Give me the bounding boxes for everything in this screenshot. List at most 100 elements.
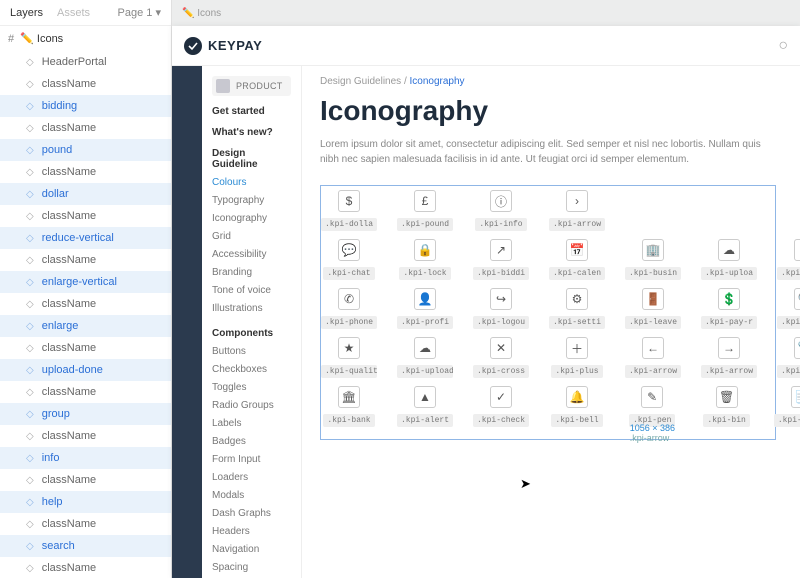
- icon-cell[interactable]: 📑.kpi-claim: [778, 386, 800, 427]
- icon-cell[interactable]: ▲.kpi-alert: [401, 386, 449, 427]
- page-dropdown[interactable]: Page 1 ▾: [118, 6, 161, 19]
- icon-cell[interactable]: £.kpi-pound: [401, 190, 449, 231]
- icon-cell[interactable]: 💲.kpi-pay-r: [705, 288, 753, 329]
- sidebar-item[interactable]: Typography: [212, 192, 291, 210]
- sidebar-item[interactable]: Iconography: [212, 210, 291, 228]
- layer-item[interactable]: ◇enlarge: [0, 315, 171, 337]
- product-switch[interactable]: PRODUCT: [212, 76, 291, 96]
- layer-item[interactable]: ◇pound: [0, 139, 171, 161]
- icon-glyph: 💬: [338, 239, 360, 261]
- icon-cell[interactable]: 💬.kpi-chat: [325, 239, 373, 280]
- icon-cell[interactable]: ⓘ.kpi-info: [477, 190, 525, 231]
- icon-cell[interactable]: 🔔.kpi-bell: [553, 386, 601, 427]
- icon-cell[interactable]: ✆.kpi-phone: [325, 288, 373, 329]
- icon-cell[interactable]: 👤.kpi-profi: [401, 288, 449, 329]
- icon-cell[interactable]: ↪.kpi-logou: [477, 288, 525, 329]
- icon-label: .kpi-busin: [625, 267, 681, 280]
- sidebar-item[interactable]: Accessibility: [212, 246, 291, 264]
- icon-grid[interactable]: $.kpi-dolla £.kpi-pound ⓘ.kpi-info ›.kpi-ar…: [320, 185, 776, 440]
- design-frame: KEYPAY ○ PRODUCT Get started What's new? D…: [172, 26, 800, 578]
- icon-cell[interactable]: 📎.kpi-attach: [781, 337, 800, 378]
- icon-cell[interactable]: ★.kpi-qualit: [325, 337, 373, 378]
- layer-item[interactable]: ◇upload-done: [0, 359, 171, 381]
- sidebar-item[interactable]: Tone of voice: [212, 282, 291, 300]
- icon-cell[interactable]: ←.kpi-arrow: [629, 337, 677, 378]
- sidebar-item[interactable]: Headers: [212, 523, 291, 541]
- sidebar-item[interactable]: Illustrations: [212, 300, 291, 318]
- tab-assets[interactable]: Assets: [57, 7, 90, 19]
- sidebar-item[interactable]: Checkboxes: [212, 361, 291, 379]
- layer-item[interactable]: ◇className: [0, 337, 171, 359]
- layer-item[interactable]: ◇className: [0, 513, 171, 535]
- icon-cell[interactable]: ✕.kpi-cross: [477, 337, 525, 378]
- icon-glyph: 👤: [414, 288, 436, 310]
- layer-item[interactable]: ◇enlarge-vertical: [0, 271, 171, 293]
- sidebar-item[interactable]: Grid: [212, 228, 291, 246]
- sidebar-item[interactable]: Labels: [212, 415, 291, 433]
- icon-label: .kpi-attach: [777, 365, 800, 378]
- tab-layers[interactable]: Layers: [10, 7, 43, 19]
- icon-cell[interactable]: ☁.kpi-upload: [401, 337, 449, 378]
- frame-title[interactable]: # ✏️ Icons: [0, 26, 171, 51]
- layer-item[interactable]: ◇info: [0, 447, 171, 469]
- icon-cell[interactable]: ✎.kpi-pen: [629, 386, 675, 427]
- icon-cell[interactable]: ✓.kpi-check: [477, 386, 525, 427]
- icon-cell[interactable]: →.kpi-arrow: [705, 337, 753, 378]
- icon-cell[interactable]: $.kpi-dolla: [325, 190, 373, 231]
- layer-item[interactable]: ◇className: [0, 293, 171, 315]
- search-icon[interactable]: ○: [778, 37, 788, 55]
- product-avatar: [216, 79, 230, 93]
- icon-cell[interactable]: ↗.kpi-biddi: [477, 239, 525, 280]
- layer-item[interactable]: ◇className: [0, 249, 171, 271]
- layer-item[interactable]: ◇className: [0, 557, 171, 578]
- sidebar-item[interactable]: Dash Graphs: [212, 505, 291, 523]
- layer-item[interactable]: ◇className: [0, 381, 171, 403]
- sidebar-item[interactable]: Loaders: [212, 469, 291, 487]
- icon-glyph: ↗: [490, 239, 512, 261]
- icon-cell[interactable]: ›.kpi-arrow: [553, 190, 601, 231]
- layer-item[interactable]: ◇className: [0, 425, 171, 447]
- icon-cell[interactable]: ☁.kpi-uploa: [705, 239, 753, 280]
- layer-item[interactable]: ◇bidding: [0, 95, 171, 117]
- crumb-root[interactable]: Design Guidelines: [320, 76, 401, 87]
- sidebar-item[interactable]: Buttons: [212, 343, 291, 361]
- icon-cell[interactable]: 🗑.kpi-bin: [703, 386, 749, 427]
- icon-cell[interactable]: ＋.kpi-plus: [553, 337, 601, 378]
- sidebar-item[interactable]: Branding: [212, 264, 291, 282]
- layer-item[interactable]: ◇className: [0, 161, 171, 183]
- layer-item[interactable]: ◇className: [0, 469, 171, 491]
- layer-item[interactable]: ◇HeaderPortal: [0, 51, 171, 73]
- icon-cell[interactable]: 📅.kpi-calen: [553, 239, 601, 280]
- layer-item[interactable]: ◇search: [0, 535, 171, 557]
- layer-item[interactable]: ◇className: [0, 73, 171, 95]
- layer-item[interactable]: ◇dollar: [0, 183, 171, 205]
- sidebar-item[interactable]: Radio Groups: [212, 397, 291, 415]
- sidebar-item[interactable]: Form Input: [212, 451, 291, 469]
- layer-item[interactable]: ◇group: [0, 403, 171, 425]
- sidebar-item[interactable]: Badges: [212, 433, 291, 451]
- layer-item[interactable]: ◇className: [0, 117, 171, 139]
- icon-cell[interactable]: 🏢.kpi-busin: [629, 239, 677, 280]
- icon-cell[interactable]: 🔒.kpi-lock: [401, 239, 449, 280]
- icon-label: .kpi-calen: [549, 267, 605, 280]
- brand-name: KEYPAY: [208, 38, 262, 53]
- icon-cell[interactable]: ⚙.kpi-setti: [553, 288, 601, 329]
- sidebar-item[interactable]: Navigation: [212, 541, 291, 559]
- section-heading[interactable]: Design Guideline: [212, 148, 291, 170]
- brand-logo[interactable]: KEYPAY: [184, 37, 262, 55]
- icon-cell[interactable]: 🏛.kpi-bank: [325, 386, 373, 427]
- icon-cell[interactable]: 🔍.kpi-searc: [781, 288, 800, 329]
- canvas[interactable]: ✏️ Icons KEYPAY ○ PRODUCT Get started Wha…: [172, 0, 800, 578]
- canvas-frame-label[interactable]: ✏️ Icons: [172, 0, 800, 26]
- sidebar-item[interactable]: Modals: [212, 487, 291, 505]
- section-heading[interactable]: What's new?: [212, 127, 291, 138]
- sidebar-item[interactable]: Colours: [212, 174, 291, 192]
- layer-item[interactable]: ◇className: [0, 205, 171, 227]
- layer-item[interactable]: ◇reduce-vertical: [0, 227, 171, 249]
- icon-cell[interactable]: 🚪.kpi-leave: [629, 288, 677, 329]
- sidebar-item[interactable]: Toggles: [212, 379, 291, 397]
- icon-cell[interactable]: ⤢.kpi-enlar: [781, 239, 800, 280]
- section-heading[interactable]: Get started: [212, 106, 291, 117]
- layer-item[interactable]: ◇help: [0, 491, 171, 513]
- sidebar-item[interactable]: Spacing: [212, 559, 291, 577]
